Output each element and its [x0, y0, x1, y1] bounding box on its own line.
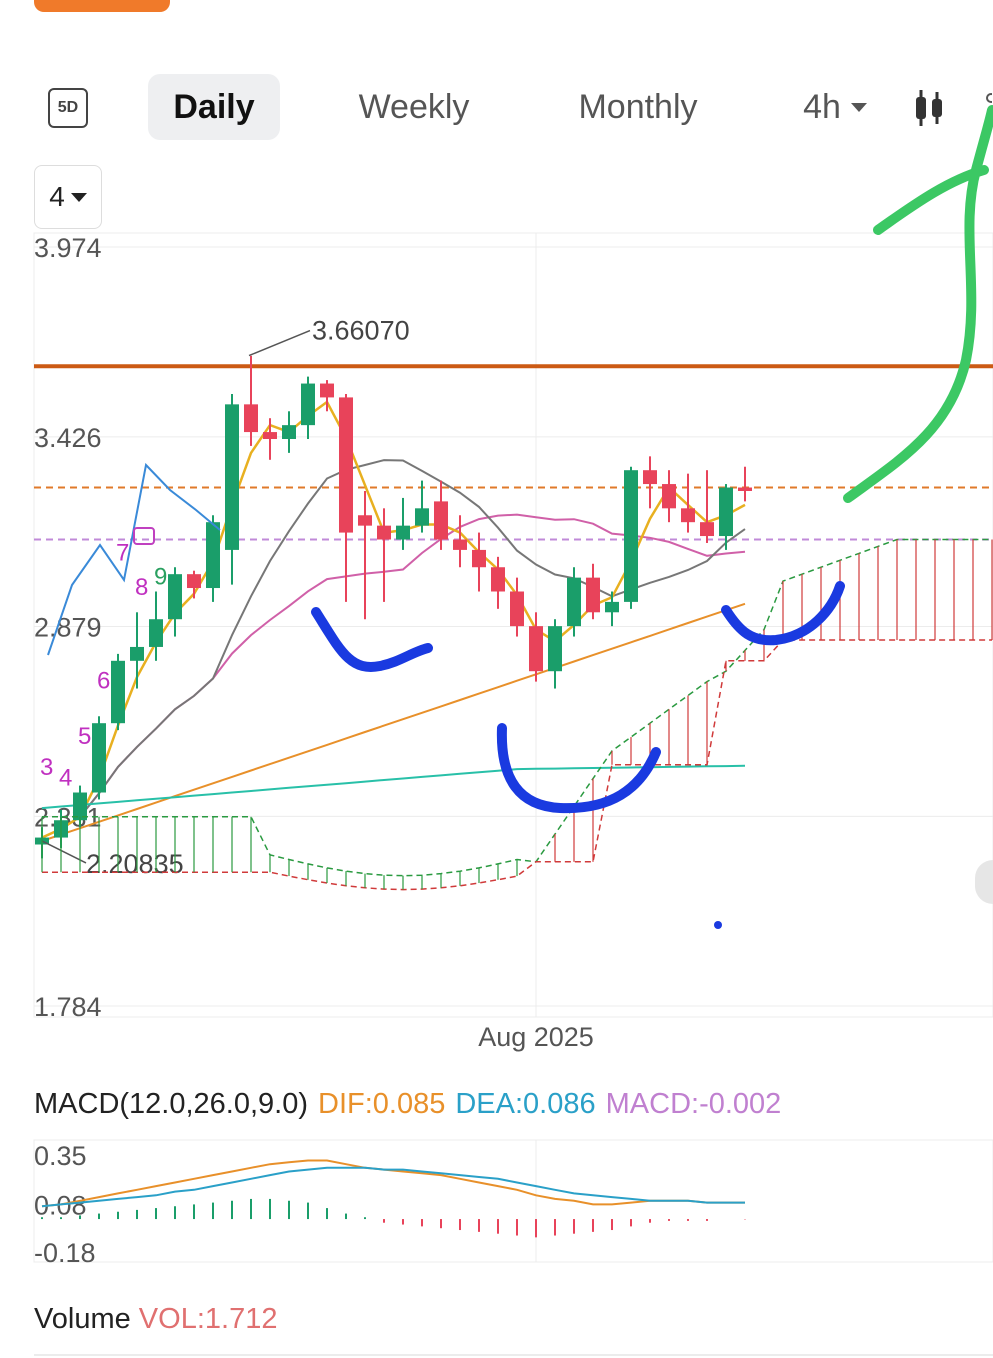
ma-line-orange: [41, 602, 746, 842]
candle: [187, 574, 201, 589]
td-sequence-label: 8: [135, 574, 148, 601]
candle: [301, 383, 315, 426]
candle: [586, 577, 600, 613]
candle: [567, 577, 581, 627]
candle: [719, 487, 733, 537]
low-marker-label: 2.20835: [86, 849, 184, 879]
annotation-arrow: [843, 105, 993, 503]
dif-value: DIF:0.085: [318, 1088, 446, 1120]
td-sequence-label: 3: [40, 754, 53, 781]
candle: [472, 549, 486, 568]
high-marker-label: 3.66070: [312, 316, 410, 346]
x-tick-label: Aug 2025: [478, 1022, 594, 1052]
candle: [225, 404, 239, 550]
candle: [168, 574, 182, 620]
macd-y-tick-label: 0.35: [34, 1141, 87, 1171]
candle: [453, 539, 467, 550]
volume-header: Volume VOL:1.712: [34, 1303, 277, 1336]
candle: [130, 646, 144, 661]
macd-value: MACD:-0.002: [605, 1088, 782, 1120]
candle: [738, 487, 752, 491]
candle: [662, 484, 676, 509]
dea-value: DEA:0.086: [455, 1088, 596, 1120]
candle: [377, 525, 391, 540]
annotation-dot: [714, 921, 722, 929]
candle: [149, 619, 163, 647]
candle: [339, 397, 353, 533]
candle: [206, 522, 220, 589]
candle: [700, 522, 714, 537]
ma-line-long: [41, 513, 746, 839]
annotation-curve: [311, 607, 433, 672]
candle: [415, 508, 429, 526]
volume-value: VOL:1.712: [138, 1303, 278, 1335]
y-tick-label: 3.426: [34, 423, 102, 453]
volume-title: Volume: [34, 1303, 131, 1335]
candle: [320, 383, 334, 398]
high-marker-line: [248, 329, 311, 357]
macd-y-tick-label: -0.18: [34, 1238, 96, 1268]
candle: [681, 508, 695, 523]
td-sequence-label: 9: [154, 564, 167, 591]
candle: [529, 626, 543, 672]
candle: [282, 425, 296, 440]
macd-frame: [33, 1139, 993, 1263]
candle: [263, 432, 277, 440]
candle: [605, 601, 619, 613]
y-tick-label: 1.784: [34, 992, 102, 1022]
candle: [244, 404, 258, 433]
td-sequence-label: 6: [97, 668, 110, 695]
candle: [624, 470, 638, 602]
candle: [491, 567, 505, 592]
y-tick-label: 2.879: [34, 613, 102, 643]
candle: [396, 525, 410, 540]
td-sequence-label: 4: [59, 765, 72, 792]
td-sequence-label: 5: [78, 723, 91, 750]
candle: [358, 515, 372, 526]
candle: [510, 591, 524, 627]
candle: [92, 723, 106, 793]
candle: [434, 501, 448, 540]
candle: [548, 626, 562, 672]
candle: [111, 660, 125, 724]
y-tick-label: 3.974: [34, 233, 102, 263]
cloud-lower-line: [42, 639, 992, 891]
macd-params: MACD(12.0,26.0,9.0): [34, 1088, 309, 1120]
candle: [643, 470, 657, 485]
event-marker-icon: [133, 527, 155, 545]
price-chart[interactable]: 3.9743.4262.8792.3311.784Aug 20253.66070…: [0, 0, 993, 1358]
macd-header: MACD(12.0,26.0,9.0) DIF:0.085 DEA:0.086 MAC…: [34, 1088, 791, 1121]
